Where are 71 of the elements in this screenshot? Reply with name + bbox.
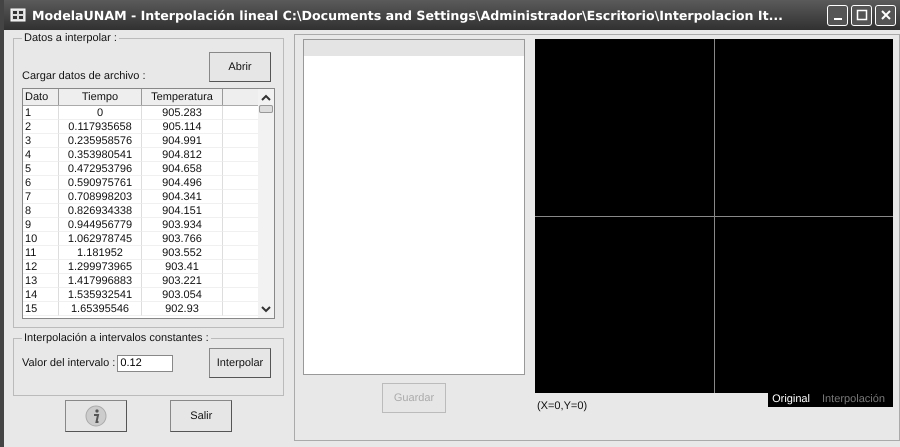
table-cell: 1.535932541 (59, 288, 142, 302)
table-cell: 13 (23, 274, 59, 288)
table-cell: 902.93 (142, 302, 223, 316)
table-cell: 904.151 (142, 204, 223, 218)
table-cell: 4 (23, 148, 59, 162)
table-cell: 903.934 (142, 218, 223, 232)
table-cell: 0.235958576 (59, 134, 142, 148)
table-cell: 1.299973965 (59, 260, 142, 274)
exit-button[interactable]: Salir (170, 400, 232, 432)
table-cell: 0.826934338 (59, 204, 142, 218)
table-cell: 903.766 (142, 232, 223, 246)
minimize-icon (834, 18, 842, 20)
table-cell: 5 (23, 162, 59, 176)
legend-item[interactable]: Interpolación (822, 393, 885, 405)
coordinates-label: (X=0,Y=0) (537, 400, 588, 412)
info-icon (84, 405, 107, 427)
table-cell: 1.65395546 (59, 302, 142, 316)
column-header[interactable]: Tiempo (59, 89, 142, 105)
table-cell: 0.708998203 (59, 190, 142, 204)
open-button[interactable]: Abrir (209, 52, 271, 82)
table-cell: 904.991 (142, 134, 223, 148)
table-cell: 904.496 (142, 176, 223, 190)
table-cell: 0.944956779 (59, 218, 142, 232)
table-cell: 903.552 (142, 246, 223, 260)
interpolate-button[interactable]: Interpolar (209, 348, 271, 378)
table-cell: 1.181952 (59, 246, 142, 260)
maximize-button[interactable] (851, 4, 872, 26)
table-cell: 904.658 (142, 162, 223, 176)
table-cell: 905.283 (142, 106, 223, 120)
table-cell: 0.590975761 (59, 176, 142, 190)
window-title: ModelaUNAM - Interpolación lineal C:\Documents and Settings\Administrador\Escritorio\Interpolacion It... (32, 8, 784, 22)
table-cell: 905.114 (142, 120, 223, 134)
table-cell: 904.341 (142, 190, 223, 204)
close-icon (880, 9, 892, 21)
table-cell: 10 (23, 232, 59, 246)
load-label: Cargar datos de archivo : (22, 70, 146, 82)
table-cell: 903.221 (142, 274, 223, 288)
table-cell: 904.812 (142, 148, 223, 162)
scroll-thumb[interactable] (259, 105, 273, 113)
interval-field[interactable]: 0.12 (117, 354, 174, 372)
group-title: Datos a interpolar : (23, 32, 118, 44)
table-cell: 6 (23, 176, 59, 190)
table-cell: 0.353980541 (59, 148, 142, 162)
minimize-button[interactable] (827, 4, 848, 26)
maximize-icon (856, 9, 868, 21)
table-cell: 1 (23, 106, 59, 120)
table-cell: 903.41 (142, 260, 223, 274)
table-cell: 903.054 (142, 288, 223, 302)
table-cell: 0 (59, 106, 142, 120)
column-header[interactable]: Dato (23, 89, 59, 105)
legend-item[interactable]: Original (772, 393, 810, 405)
app-icon (10, 7, 26, 23)
info-button[interactable] (64, 400, 127, 432)
table-cell: 0.472953796 (59, 162, 142, 176)
table-cell: 1.062978745 (59, 232, 142, 246)
table-cell: 1.417996883 (59, 274, 142, 288)
table-cell: 7 (23, 190, 59, 204)
table-cell: 2 (23, 120, 59, 134)
table-cell: 0.117935658 (59, 120, 142, 134)
table-cell: 15 (23, 302, 59, 316)
group-title: Interpolación a intervalos constantes : (23, 332, 210, 344)
scrollbar[interactable] (258, 89, 274, 318)
table-cell: 14 (23, 288, 59, 302)
table-cell: 12 (23, 260, 59, 274)
column-header[interactable]: Temperatura (142, 89, 223, 105)
table-cell: 9 (23, 218, 59, 232)
table-cell: 8 (23, 204, 59, 218)
table-cell: 11 (23, 246, 59, 260)
table-cell: 3 (23, 134, 59, 148)
close-button[interactable] (875, 4, 896, 26)
interval-label: Valor del intervalo : (22, 357, 116, 369)
